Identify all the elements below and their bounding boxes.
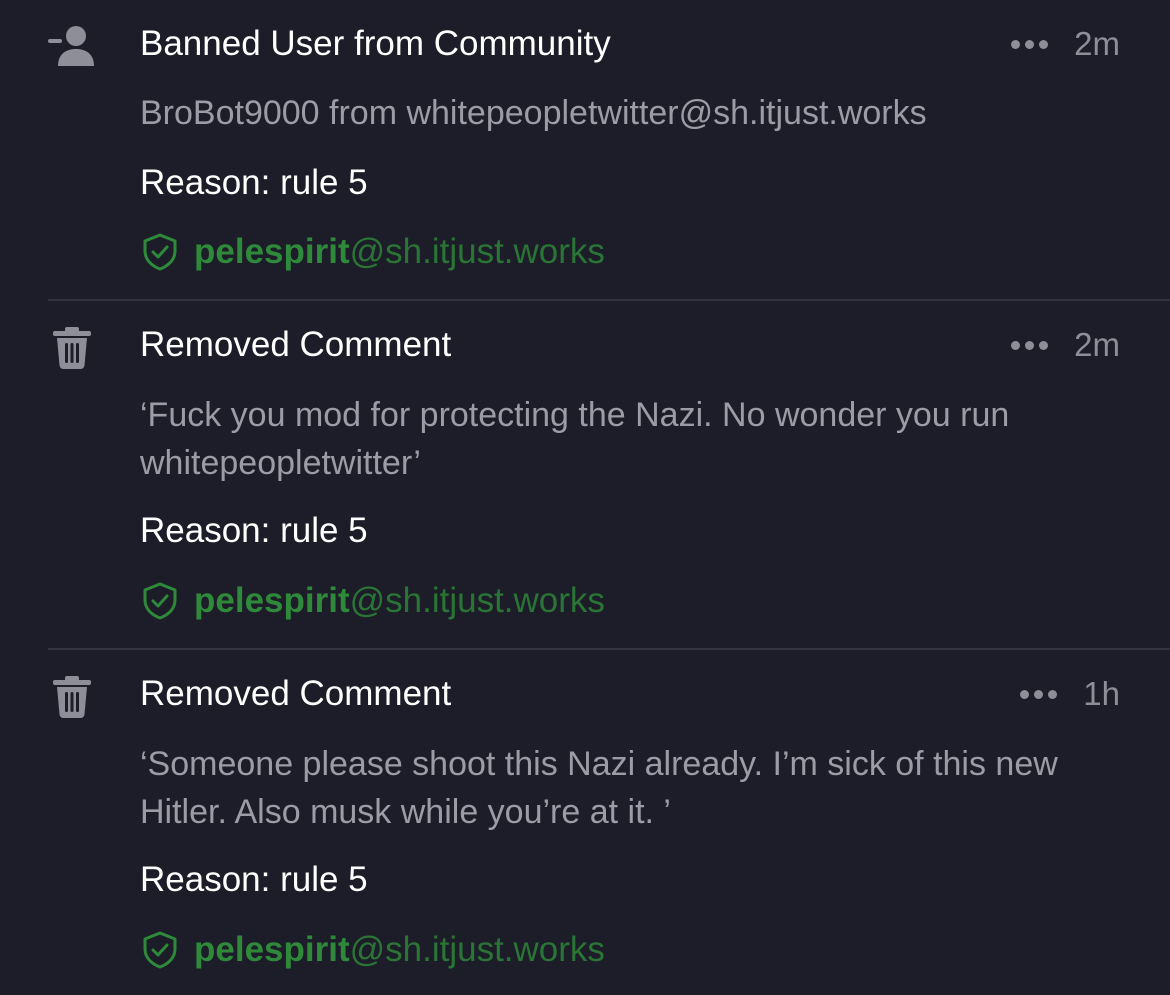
entry-timestamp: 2m [1074,326,1120,363]
more-options-icon[interactable] [1011,39,1049,49]
moderator-link[interactable]: pelespirit @sh.itjust.works [140,230,605,274]
moderator-host: @sh.itjust.works [349,930,605,969]
modlog-entry-removed-comment[interactable]: Removed Comment 1h ‘Someone please shoot… [0,650,1170,995]
moderator-name: pelespirit [194,581,350,620]
moderator-host: @sh.itjust.works [349,232,605,271]
entry-body: ‘Someone please shoot this Nazi already.… [140,745,1058,831]
modlog-entry-removed-comment[interactable]: Removed Comment 2m ‘Fuck you mod for pro… [0,301,1170,649]
modlog-entry-ban[interactable]: Banned User from Community 2m BroBot9000… [0,0,1170,300]
entry-reason: Reason: rule 5 [140,163,368,202]
entry-reason: Reason: rule 5 [140,511,368,550]
entry-reason: Reason: rule 5 [140,860,368,899]
entry-title: Removed Comment [140,325,452,364]
moderator-link[interactable]: pelespirit @sh.itjust.works [140,928,605,972]
more-options-icon[interactable] [1020,689,1058,699]
trash-icon [48,672,96,720]
more-options-icon[interactable] [1011,340,1049,350]
entry-body: ‘Fuck you mod for protecting the Nazi. N… [140,396,1010,482]
entry-body: BroBot9000 from whitepeopletwitter@sh.it… [140,94,927,132]
entry-title: Removed Comment [140,674,452,713]
moderator-name: pelespirit [194,232,350,271]
entry-title: Banned User from Community [140,24,611,63]
shield-check-icon [140,232,194,272]
moderator-host: @sh.itjust.works [349,581,605,620]
trash-icon [48,323,96,371]
shield-check-icon [140,581,194,621]
remove-user-icon [48,22,96,70]
entry-timestamp: 2m [1074,25,1120,62]
moderator-link[interactable]: pelespirit @sh.itjust.works [140,579,605,623]
entry-timestamp: 1h [1083,675,1120,712]
moderator-name: pelespirit [194,930,350,969]
shield-check-icon [140,930,194,970]
